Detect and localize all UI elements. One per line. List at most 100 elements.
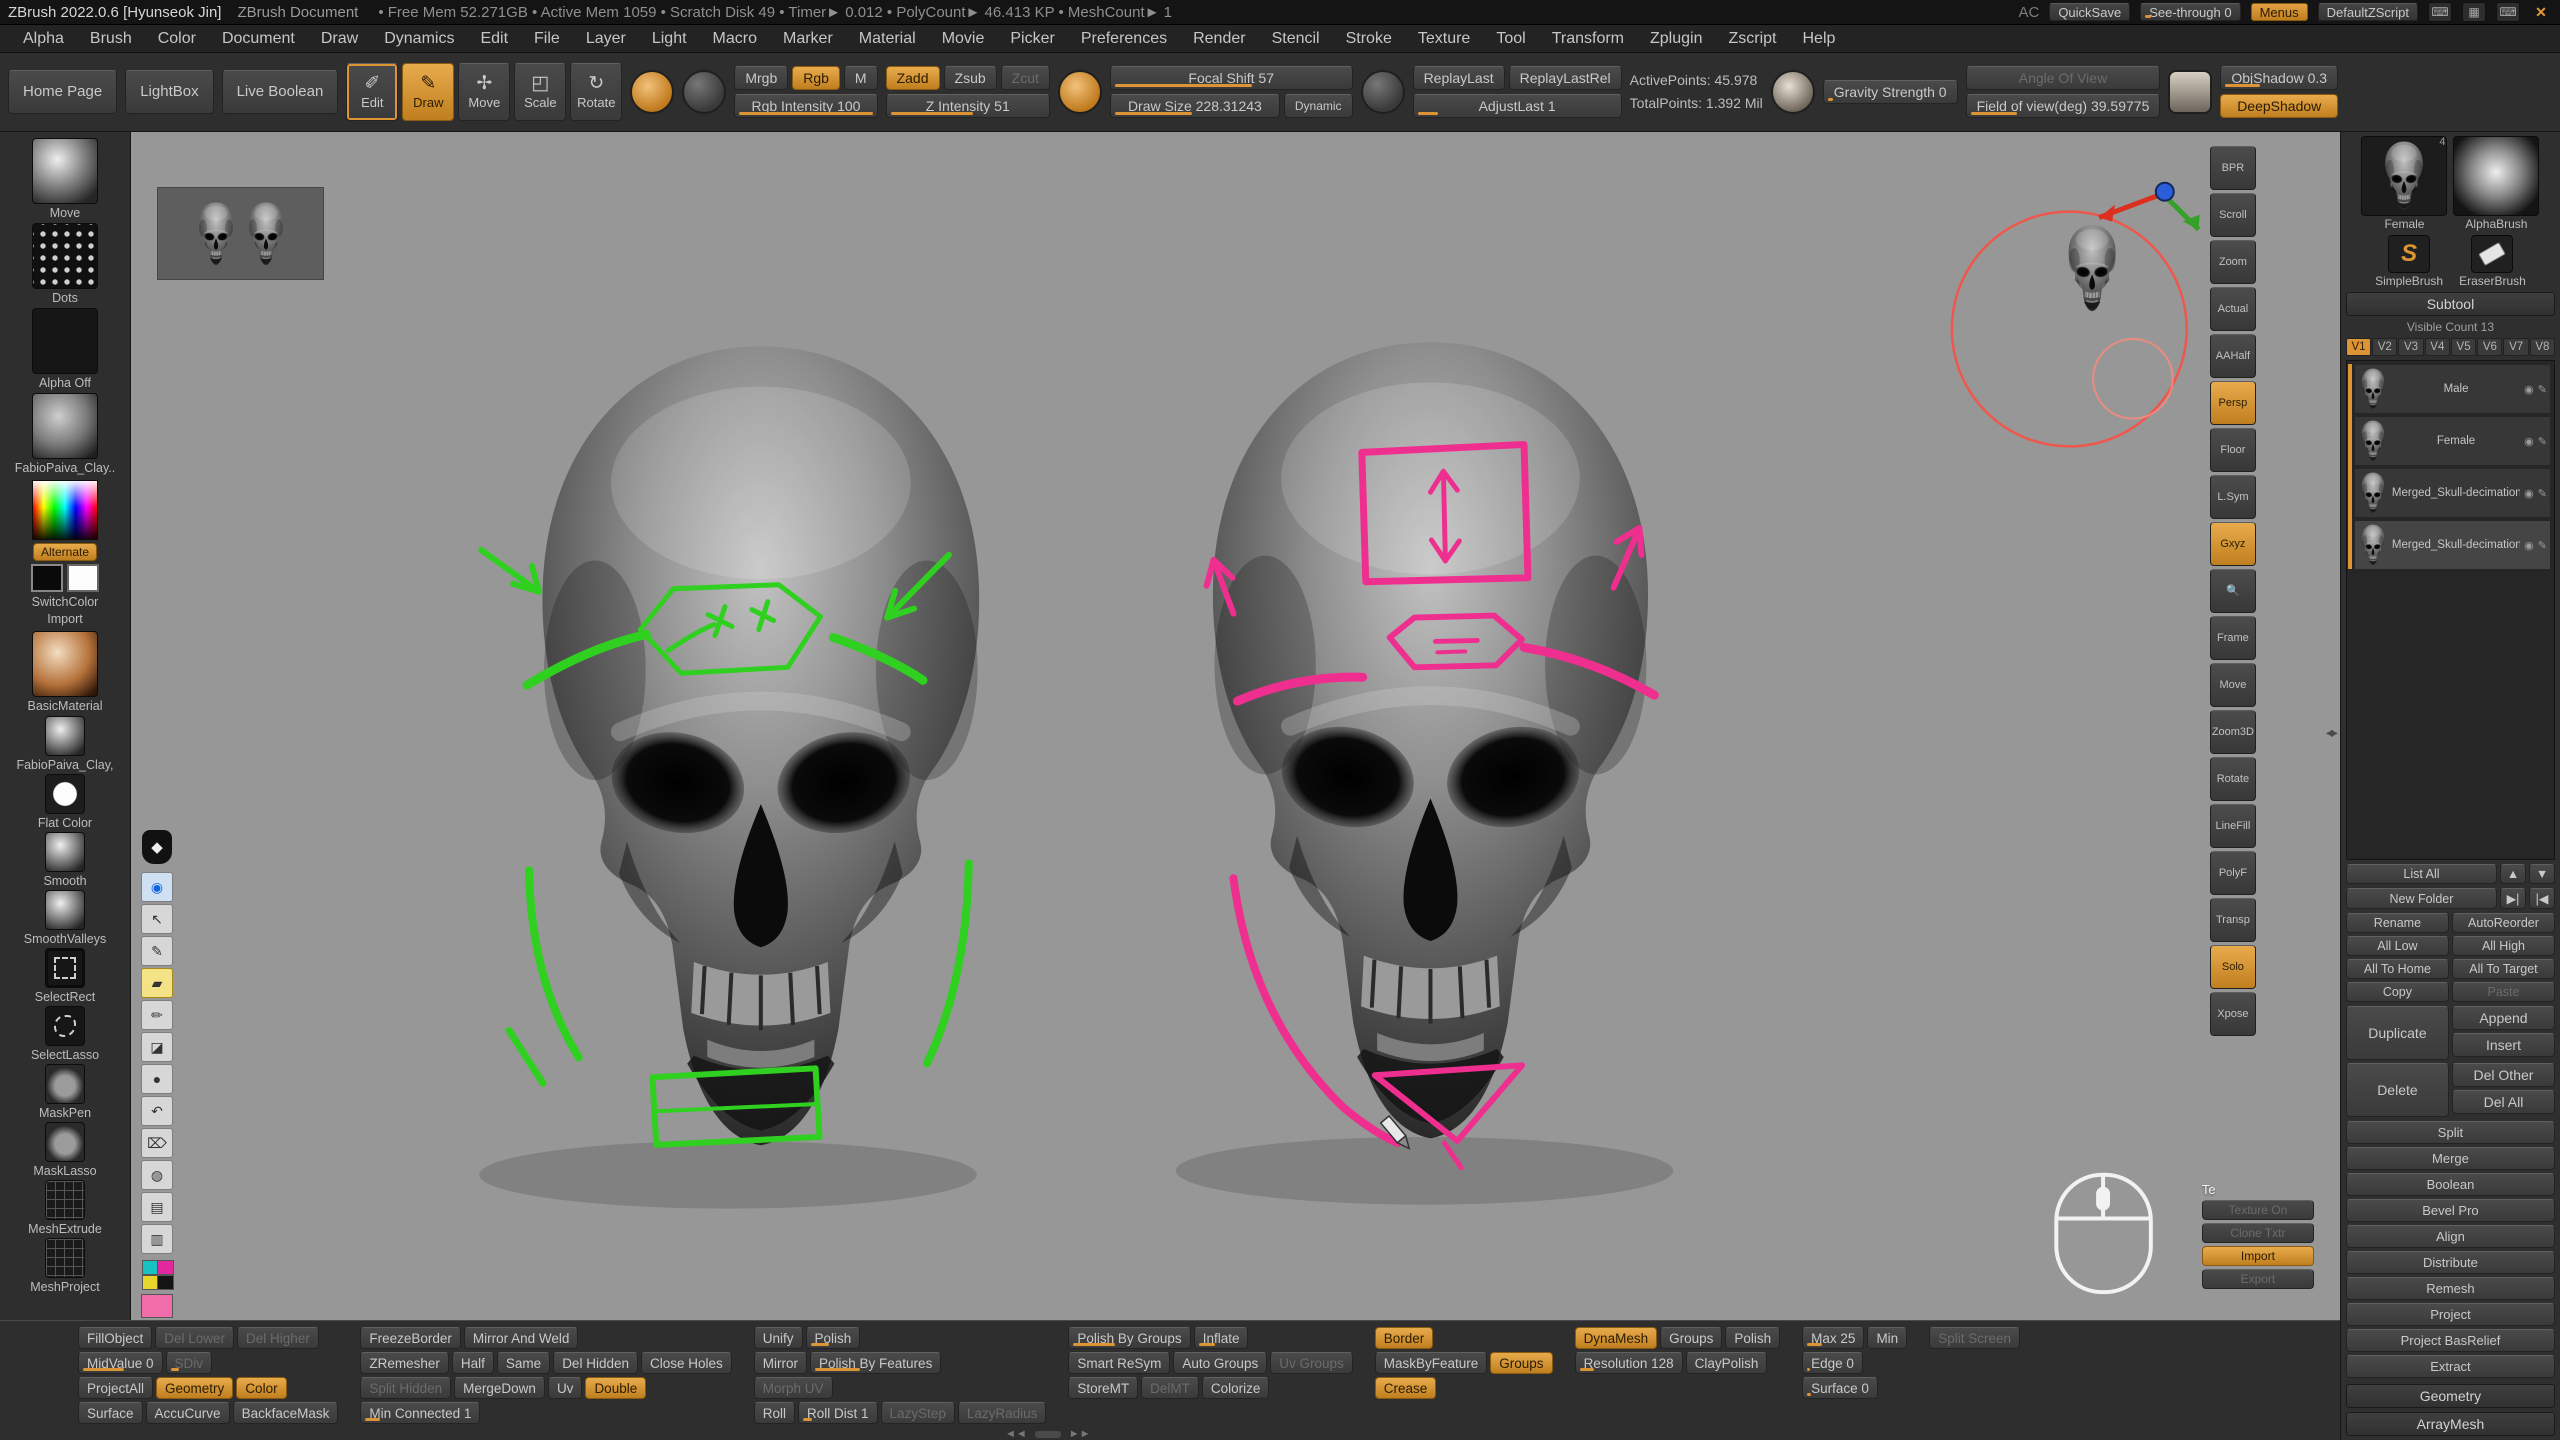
scroll-button[interactable]: Scroll: [2210, 193, 2256, 237]
mrgb-button[interactable]: Mrgb: [734, 66, 788, 90]
marker-pin-icon[interactable]: ◆: [142, 830, 172, 864]
recent-brush-smooth[interactable]: Smooth: [43, 832, 86, 888]
rgb-button[interactable]: Rgb: [792, 66, 840, 90]
del-all-button[interactable]: Del All: [2452, 1090, 2555, 1114]
import-color-button[interactable]: Import: [47, 612, 82, 626]
eye-icon[interactable]: ◉: [2524, 435, 2534, 448]
paint-icon[interactable]: ✎: [2538, 383, 2547, 396]
tray-button[interactable]: Surface: [78, 1402, 143, 1424]
obj-shadow-slider[interactable]: ObjShadow 0.3: [2220, 66, 2338, 90]
list-all-button[interactable]: List All: [2346, 864, 2497, 884]
fov-slider[interactable]: Field of view(deg) 39.59775: [1966, 94, 2161, 118]
folder-back-icon[interactable]: |◀: [2529, 888, 2555, 909]
tray-button[interactable]: FillObject: [78, 1327, 152, 1349]
new-folder-button[interactable]: New Folder: [2346, 888, 2497, 909]
paint-icon[interactable]: ✎: [2538, 435, 2547, 448]
deep-shadow-button[interactable]: DeepShadow: [2220, 94, 2338, 118]
rotate-mode-button[interactable]: ↻ Rotate: [570, 63, 622, 121]
menu-item[interactable]: Alpha: [10, 26, 77, 52]
tray-button[interactable]: Inflate: [1194, 1327, 1249, 1349]
tray-button[interactable]: StoreMT: [1068, 1377, 1138, 1399]
menu-item[interactable]: Picker: [997, 26, 1067, 52]
menu-item[interactable]: Marker: [770, 26, 846, 52]
layout-grid-icon[interactable]: ▦: [2462, 2, 2486, 22]
menus-button[interactable]: Menus: [2251, 3, 2308, 21]
subtool-row[interactable]: Male ◉ ✎: [2354, 364, 2551, 414]
menu-item[interactable]: Zplugin: [1637, 26, 1715, 52]
tray-button[interactable]: Roll Dist 1: [798, 1402, 878, 1424]
tray-button[interactable]: Close Holes: [641, 1352, 732, 1374]
tray-scrollbar[interactable]: ◄◄►►: [1005, 1428, 1091, 1440]
current-material-slot[interactable]: BasicMaterial: [27, 631, 102, 713]
insert-button[interactable]: Insert: [2452, 1033, 2555, 1057]
recent-brush-selectlasso[interactable]: SelectLasso: [31, 1006, 99, 1062]
tray-button[interactable]: LazyRadius: [958, 1402, 1047, 1424]
tray-divider-handle[interactable]: ◂▸: [2326, 724, 2336, 741]
tray-button[interactable]: Max 25: [1802, 1327, 1864, 1349]
zoom-button[interactable]: Zoom: [2210, 240, 2256, 284]
tray-button[interactable]: Del Hidden: [553, 1352, 638, 1374]
pair-button-a[interactable]: Copy: [2346, 982, 2449, 1002]
tray-button[interactable]: ProjectAll: [78, 1377, 153, 1399]
tray-button[interactable]: Double: [585, 1377, 646, 1399]
subtool-action-button[interactable]: Merge: [2346, 1147, 2555, 1170]
pair-button-b[interactable]: AutoReorder: [2452, 913, 2555, 933]
recent-brush-meshextrude[interactable]: MeshExtrude: [28, 1180, 102, 1236]
rgb-intensity-slider[interactable]: Rgb Intensity 100: [734, 94, 877, 118]
texture-import-button[interactable]: Import: [2202, 1246, 2314, 1266]
eye-icon[interactable]: ◉: [2524, 539, 2534, 552]
tray-button[interactable]: ZRemesher: [360, 1352, 449, 1374]
tray-button[interactable]: Uv Groups: [1270, 1352, 1353, 1374]
menu-item[interactable]: Draw: [308, 26, 371, 52]
subtool-action-button[interactable]: Split: [2346, 1121, 2555, 1144]
recent-brush-selectrect[interactable]: SelectRect: [35, 948, 95, 1004]
visibility-eye-icon[interactable]: ◉: [141, 872, 173, 902]
pair-button-a[interactable]: All Low: [2346, 936, 2449, 956]
subtool-row[interactable]: Merged_Skull-decimation2_4 ◉ ✎: [2354, 520, 2551, 570]
subtool-action-button[interactable]: Bevel Pro: [2346, 1199, 2555, 1222]
recent-flat-color[interactable]: Flat Color: [38, 774, 92, 830]
tray-button[interactable]: MaskByFeature: [1375, 1352, 1488, 1374]
tray-button[interactable]: Polish: [1725, 1327, 1780, 1349]
undo-icon[interactable]: ↶: [141, 1096, 173, 1126]
tray-button[interactable]: Surface 0: [1802, 1377, 1878, 1399]
nav-gizmo[interactable]: [1952, 183, 2200, 447]
current-stroke-dots[interactable]: Dots: [32, 223, 98, 305]
texture-export-button[interactable]: Export: [2202, 1269, 2314, 1289]
zoom3d-button[interactable]: Zoom3D: [2210, 710, 2256, 754]
tray-button[interactable]: Auto Groups: [1173, 1352, 1267, 1374]
subtool-action-button[interactable]: Boolean: [2346, 1173, 2555, 1196]
menu-item[interactable]: Dynamics: [371, 26, 467, 52]
current-alpha[interactable]: Alpha Off: [32, 308, 98, 390]
alpha-brush-slot[interactable]: AlphaBrush: [2453, 136, 2539, 231]
tray-button[interactable]: Color: [236, 1377, 286, 1399]
current-tool-slot[interactable]: 4 Female: [2361, 136, 2447, 231]
folder-forward-icon[interactable]: ▶|: [2500, 888, 2526, 909]
subtool-action-button[interactable]: Remesh: [2346, 1277, 2555, 1300]
menu-item[interactable]: Macro: [700, 26, 770, 52]
recent-brush-masklasso[interactable]: MaskLasso: [33, 1122, 96, 1178]
tray-button[interactable]: AccuCurve: [146, 1402, 230, 1424]
menu-item[interactable]: Help: [1789, 26, 1848, 52]
texture-on-button[interactable]: Texture On: [2202, 1200, 2314, 1220]
edit-mode-button[interactable]: ✐ Edit: [346, 63, 398, 121]
tray-button[interactable]: Groups: [1660, 1327, 1722, 1349]
menu-item[interactable]: Edit: [467, 26, 521, 52]
see-through-slider[interactable]: See-through 0: [2140, 3, 2240, 21]
recent-brush-maskpen[interactable]: MaskPen: [39, 1064, 91, 1120]
secondary-color-swatch[interactable]: [67, 564, 99, 592]
menu-item[interactable]: Transform: [1539, 26, 1637, 52]
xpose-button[interactable]: Xpose: [2210, 992, 2256, 1036]
paint-icon[interactable]: ✎: [2538, 539, 2547, 552]
draw-mode-button[interactable]: ✎ Draw: [402, 63, 454, 121]
angle-of-view-button[interactable]: Angle Of View: [1966, 66, 2161, 90]
view-tab[interactable]: V6: [2477, 338, 2502, 356]
switch-color-button[interactable]: SwitchColor: [32, 595, 99, 609]
tray-button[interactable]: Same: [497, 1352, 550, 1374]
keyboard-alt-icon[interactable]: ⌨: [2496, 2, 2520, 22]
annotation-color-swatches[interactable]: [142, 1260, 172, 1290]
subtool-action-button[interactable]: Extract: [2346, 1355, 2555, 1378]
lightbox-button[interactable]: LightBox: [125, 70, 213, 114]
eraser-brush-slot[interactable]: EraserBrush: [2459, 235, 2526, 288]
pencil-icon[interactable]: ✏: [141, 1000, 173, 1030]
